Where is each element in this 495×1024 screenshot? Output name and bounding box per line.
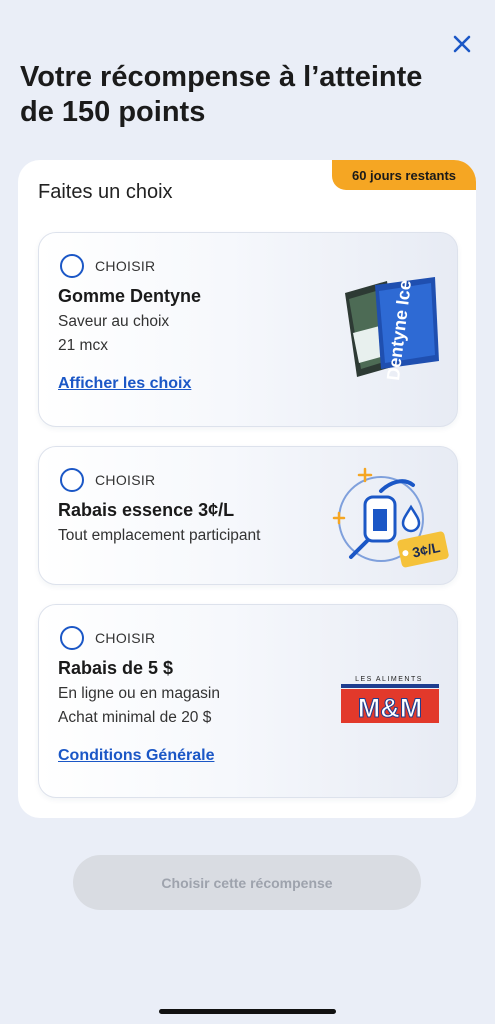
option-detail: Tout emplacement participant (58, 527, 261, 544)
reward-choice-panel: 60 jours restants Faites un choix CHOISI… (18, 160, 476, 818)
option-detail: Saveur au choix (58, 313, 170, 330)
choose-label: CHOISIR (95, 258, 156, 274)
panel-heading: Faites un choix (38, 181, 173, 203)
radio-button[interactable] (60, 626, 84, 650)
option-detail: Achat minimal de 20 $ (58, 709, 212, 726)
dentyne-gum-image: Dentyne Ice (345, 277, 439, 382)
option-title: Gomme Dentyne (58, 286, 202, 306)
reward-option-mm[interactable]: CHOISIR Rabais de 5 $ En ligne ou en mag… (38, 604, 458, 798)
radio-button[interactable] (60, 468, 84, 492)
choose-reward-button[interactable]: Choisir cette récompense (73, 855, 421, 910)
option-detail: En ligne ou en magasin (58, 685, 221, 702)
days-remaining-badge: 60 jours restants (332, 160, 476, 190)
terms-link[interactable]: Conditions Générale (58, 747, 214, 765)
choose-label: CHOISIR (95, 630, 156, 646)
mm-logo-subtitle: LES ALIMENTS (355, 676, 423, 683)
mm-logo-text: M&M (358, 693, 422, 723)
show-choices-link[interactable]: Afficher les choix (58, 375, 191, 393)
option-title: Rabais essence 3¢/L (58, 500, 235, 520)
option-detail: 21 mcx (58, 337, 108, 354)
close-button[interactable] (448, 30, 476, 58)
radio-button[interactable] (60, 254, 84, 278)
reward-option-dentyne[interactable]: CHOISIR Gomme Dentyne Saveur au choix 21… (38, 232, 458, 427)
page-title: Votre récompense à l’atteinte de 150 poi… (20, 61, 423, 128)
close-icon (453, 35, 471, 53)
home-indicator[interactable] (159, 1009, 336, 1014)
reward-option-fuel[interactable]: CHOISIR Rabais essence 3¢/L Tout emplace… (38, 446, 458, 585)
choose-label: CHOISIR (95, 472, 156, 488)
fuel-nozzle-icon: 3¢/L (332, 467, 449, 568)
mm-logo: LES ALIMENTS M&M (341, 676, 439, 724)
option-title: Rabais de 5 $ (58, 658, 174, 678)
